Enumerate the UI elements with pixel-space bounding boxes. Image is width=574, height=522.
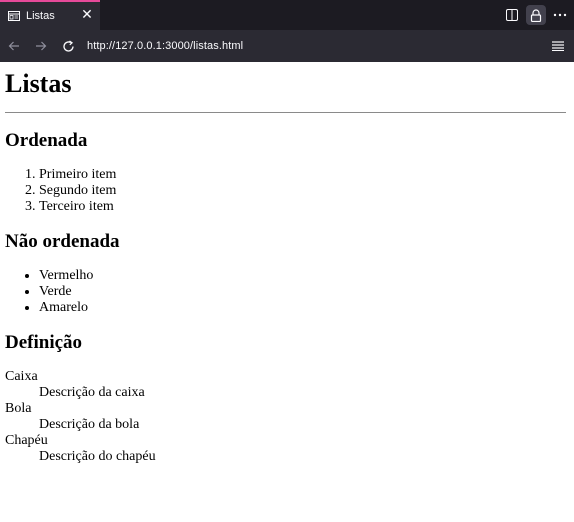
unordered-heading: Não ordenada [5, 231, 120, 252]
list-item: Vermelho [39, 268, 566, 284]
page-content: Listas Ordenada Primeiro item Segundo it… [0, 68, 574, 465]
list-item: Segundo item [39, 183, 566, 199]
more-options-icon[interactable] [550, 5, 570, 25]
list-item: Verde [39, 284, 566, 300]
list-item: Terceiro item [39, 199, 566, 215]
definition-term: Chapéu [5, 433, 48, 448]
back-icon[interactable] [5, 37, 23, 55]
definition-description: Descrição da bola [39, 417, 140, 432]
forward-icon[interactable] [32, 37, 50, 55]
unordered-list: Vermelho Verde Amarelo [5, 268, 566, 316]
ordered-heading: Ordenada [5, 130, 88, 151]
sidebar-icon[interactable] [502, 5, 522, 25]
definition-description: Descrição da caixa [39, 385, 145, 400]
definition-term: Caixa [5, 369, 38, 384]
page-title: Listas [5, 69, 72, 98]
ordered-list: Primeiro item Segundo item Terceiro item [5, 167, 566, 215]
divider [5, 112, 566, 113]
definition-list: Caixa Descrição da caixa Bola Descrição … [5, 369, 566, 465]
tab-title: Listas [26, 10, 55, 22]
menu-icon[interactable] [550, 37, 566, 55]
definition-term: Bola [5, 401, 32, 416]
browser-tab[interactable]: Listas ✕ [0, 0, 100, 30]
tab-bar: Listas ✕ [0, 0, 574, 30]
list-item: Amarelo [39, 300, 566, 316]
list-item: Primeiro item [39, 167, 566, 183]
chrome-toolbar [502, 0, 574, 30]
definition-heading: Definição [5, 332, 83, 353]
lock-icon[interactable] [526, 5, 546, 25]
definition-description: Descrição do chapéu [39, 449, 156, 464]
page-icon [8, 11, 20, 21]
close-icon[interactable]: ✕ [80, 7, 94, 23]
address-bar[interactable]: http://127.0.0.1:3000/listas.html [87, 40, 243, 52]
navigation-bar: http://127.0.0.1:3000/listas.html [0, 30, 574, 62]
reload-icon[interactable] [59, 37, 77, 55]
